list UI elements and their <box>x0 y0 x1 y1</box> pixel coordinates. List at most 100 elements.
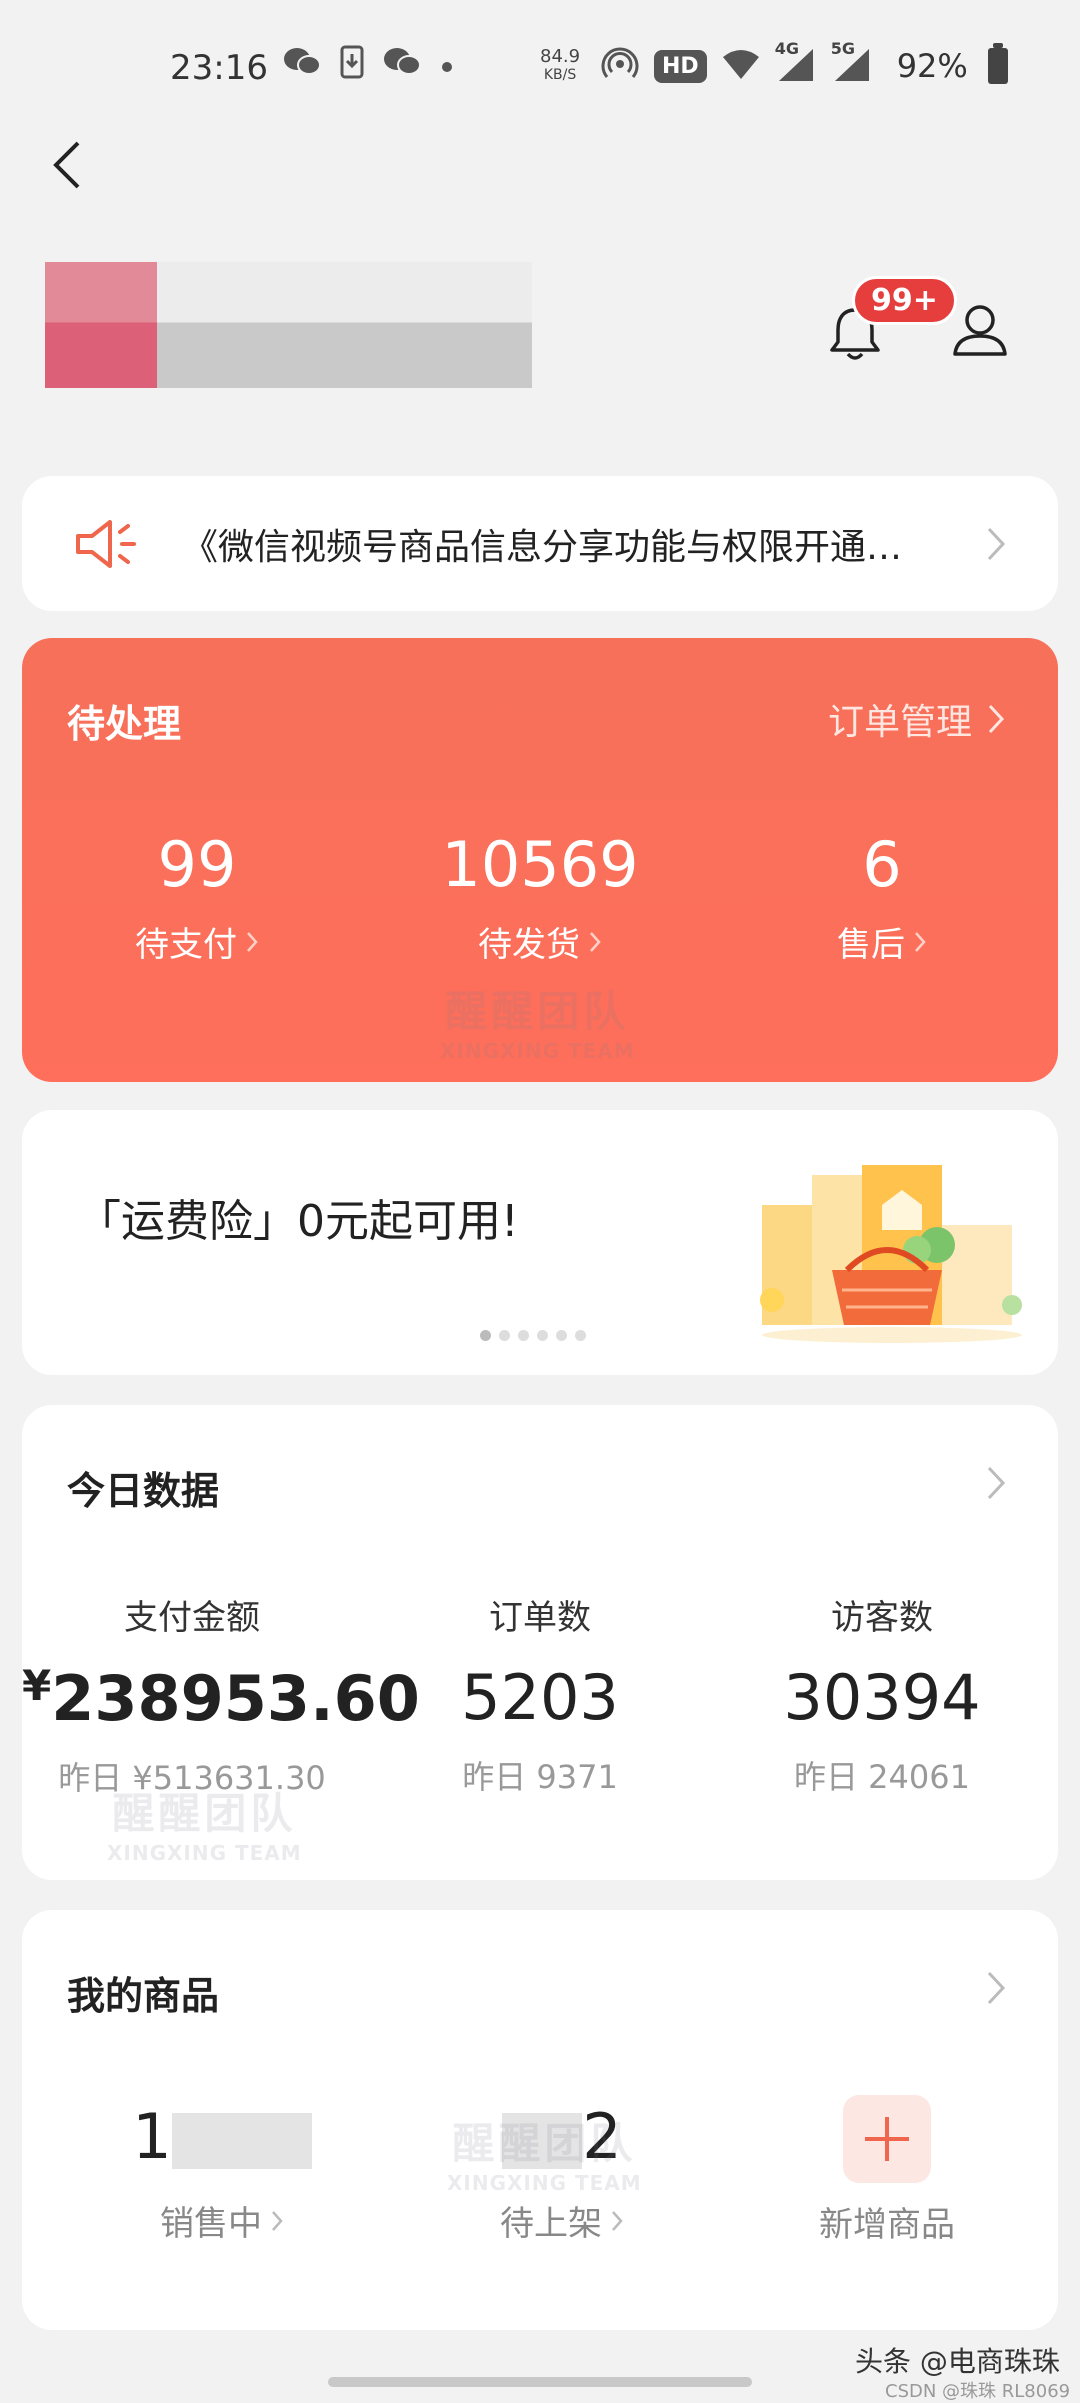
stat-awaiting-shipment[interactable]: 10569 待发货 <box>390 828 690 966</box>
metric-payment-amount: 支付金额 ¥238953.60 昨日 ¥513631.30 <box>22 1590 420 1799</box>
wifi-icon <box>721 47 761 85</box>
notice-text: 《微信视频号商品信息分享功能与权限开通… <box>182 526 903 568</box>
carousel-dot <box>537 1330 548 1341</box>
user-icon <box>953 305 1007 356</box>
chevron-right-icon <box>247 931 258 952</box>
home-indicator[interactable] <box>328 2377 752 2387</box>
back-button[interactable] <box>40 135 100 195</box>
chevron-left-icon <box>53 141 80 189</box>
net-speed-unit: KB/S <box>543 67 577 83</box>
order-management-label: 订单管理 <box>827 702 972 743</box>
metric-order-count: 订单数 5203 昨日 9371 <box>370 1590 710 1798</box>
carousel-dot <box>480 1330 491 1341</box>
goods-label: 新增商品 <box>819 2205 955 2245</box>
carousel-dot <box>556 1330 567 1341</box>
watermark-en: XINGXING TEAM <box>447 2171 642 2195</box>
banner-text: 「运费险」0元起可用! <box>77 1196 519 1247</box>
profile-button[interactable] <box>945 296 1015 366</box>
add-product-button[interactable]: 新增商品 <box>737 2095 1037 2246</box>
hd-badge: HD <box>654 49 707 83</box>
carousel-dot <box>575 1330 586 1341</box>
metric-label: 访客数 <box>831 1598 933 1638</box>
currency-symbol: ¥ <box>22 1661 52 1710</box>
status-right-icons: HD 4G 5G 92% <box>600 39 1008 88</box>
plus-icon <box>865 2117 909 2161</box>
net-speed-value: 84.9 <box>540 46 581 67</box>
status-app-icons <box>282 45 454 86</box>
signal-5g-icon: 5G <box>831 39 873 87</box>
chevron-right-icon <box>987 1466 1006 1500</box>
battery-percent: 92% <box>896 47 968 85</box>
notice-bar[interactable]: 《微信视频号商品信息分享功能与权限开通… <box>22 476 1058 611</box>
stat-label: 待支付 <box>135 925 237 965</box>
my-goods-title: 我的商品 <box>67 1974 220 2018</box>
stat-label-row: 待发货 <box>390 917 690 966</box>
stat-value: 6 <box>862 828 902 901</box>
stat-label: 待发货 <box>478 925 580 965</box>
metric-label: 支付金额 <box>124 1598 260 1638</box>
add-product-box <box>843 2095 931 2183</box>
metric-value: 30394 <box>783 1661 981 1734</box>
watermark-en: XINGXING TEAM <box>440 1039 635 1063</box>
signal-4g-icon: 4G <box>775 39 817 87</box>
stat-label-row: 待支付 <box>47 917 347 966</box>
watermark-cn: 醒醒团队 <box>452 2119 637 2168</box>
hotspot-icon <box>600 44 640 88</box>
carousel-indicator <box>480 1330 586 1341</box>
chevron-right-icon <box>987 527 1006 560</box>
chevron-right-icon <box>915 931 926 952</box>
chevron-right-icon <box>590 931 601 952</box>
footer-watermark-csdn: CSDN @珠珠 RL8069 <box>885 2381 1071 2402</box>
redacted-count <box>171 2112 312 2169</box>
stat-value: 10569 <box>441 828 639 901</box>
promo-banner[interactable]: 「运费险」0元起可用! <box>22 1110 1058 1375</box>
goods-label: 待上架 <box>500 2204 602 2244</box>
speaker-icon <box>76 519 136 568</box>
stat-value: 99 <box>157 828 237 901</box>
chevron-right-icon <box>987 1971 1006 2005</box>
watermark: 醒醒团队 XINGXING TEAM <box>447 2110 642 2195</box>
goods-label-row: 新增商品 <box>737 2197 1037 2246</box>
metric-yesterday: 昨日 9371 <box>462 1758 618 1796</box>
watermark-cn: 醒醒团队 <box>445 987 630 1036</box>
pending-card: 待处理 订单管理 99 待支付 10569 待发货 6 售后 醒醒团队 XING… <box>22 638 1058 1082</box>
goods-label: 销售中 <box>160 2204 262 2244</box>
dot-icon <box>440 51 454 81</box>
net-speed: 84.9 KB/S <box>540 48 580 84</box>
watermark-cn: 醒醒团队 <box>112 1789 297 1838</box>
metric-visitor-count: 访客数 30394 昨日 24061 <box>712 1590 1052 1798</box>
watermark: 醒醒团队 XINGXING TEAM <box>107 1780 302 1865</box>
metric-value-number: 238953.60 <box>51 1662 420 1735</box>
metric-yesterday: 昨日 24061 <box>794 1758 970 1796</box>
goods-count-visible: 1 <box>132 2100 172 2173</box>
sim2-label: 5G <box>830 39 855 58</box>
stat-awaiting-payment[interactable]: 99 待支付 <box>47 828 347 966</box>
stat-after-sales[interactable]: 6 售后 <box>732 828 1032 966</box>
metric-label: 订单数 <box>489 1598 591 1638</box>
metric-value: ¥238953.60 <box>22 1661 420 1735</box>
footer-watermark: 头条 @电商珠珠 <box>855 2345 1060 2378</box>
stat-label: 售后 <box>837 925 905 965</box>
status-time: 23:16 <box>170 48 268 88</box>
goods-on-sale[interactable]: 1 销售中 <box>72 2100 372 2245</box>
goods-label-row: 销售中 <box>72 2196 372 2245</box>
stat-label-row: 售后 <box>732 917 1032 966</box>
goods-label-row: 待上架 <box>412 2196 712 2245</box>
download-icon <box>340 45 364 86</box>
shop-name-blurred <box>45 262 532 388</box>
my-goods-card[interactable]: 我的商品 1 销售中 2 待上架 新增商品 醒醒团队 XINGXING TEAM <box>22 1910 1058 2330</box>
notification-badge: 99+ <box>852 276 957 325</box>
carousel-dot <box>518 1330 529 1341</box>
watermark-en: XINGXING TEAM <box>107 1841 302 1865</box>
shop-name-block <box>157 262 532 388</box>
today-data-card[interactable]: 今日数据 支付金额 ¥238953.60 昨日 ¥513631.30 订单数 5… <box>22 1405 1058 1880</box>
carousel-dot <box>499 1330 510 1341</box>
order-management-link[interactable]: 订单管理 <box>828 693 1006 745</box>
chevron-right-icon <box>612 2210 623 2231</box>
sim1-label: 4G <box>774 39 799 58</box>
chevron-right-icon <box>272 2210 283 2231</box>
shop-logo-block <box>45 262 157 388</box>
status-bar: 23:16 84.9 KB/S HD 4G 5G 92% <box>0 0 1080 130</box>
watermark: 醒醒团队 XINGXING TEAM <box>440 978 635 1063</box>
pending-title: 待处理 <box>67 702 182 746</box>
